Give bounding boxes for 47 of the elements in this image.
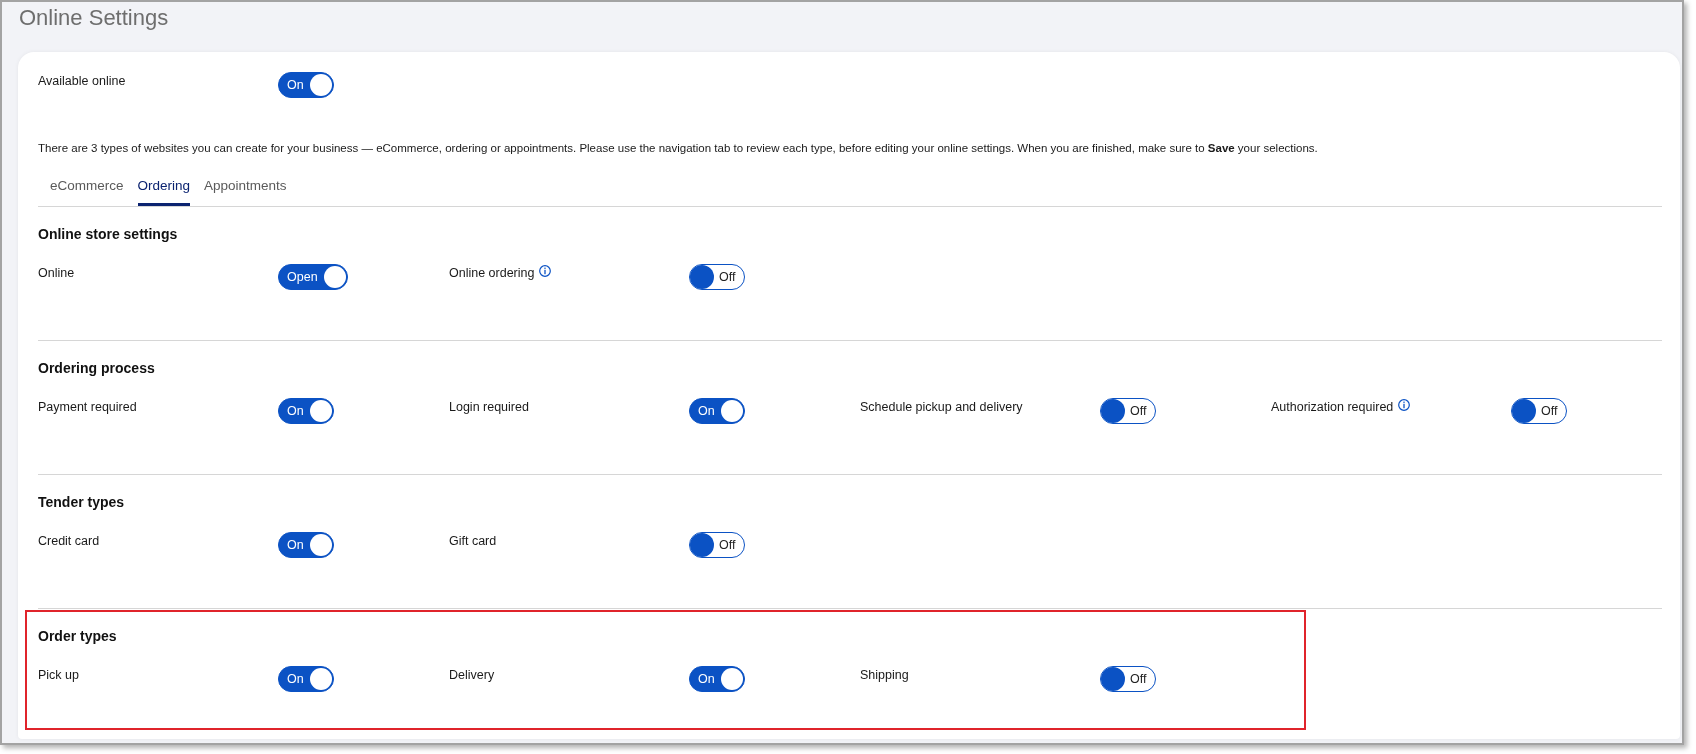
toggle-switch[interactable]: Off (1100, 398, 1157, 424)
toggle-switch[interactable]: On (278, 666, 334, 692)
toggle-knob (720, 668, 743, 690)
toggle-knob (309, 668, 332, 690)
section-heading: Tender types (38, 493, 125, 511)
setting-label: Authorization required (1271, 399, 1394, 416)
info-icon[interactable] (539, 265, 552, 277)
setting-label: Schedule pickup and delivery (860, 399, 1023, 416)
setting-label: Login required (449, 399, 529, 416)
setting-label: Payment required (38, 399, 137, 416)
setting-label: Available online (38, 73, 126, 90)
toggle-switch[interactable]: Off (689, 264, 746, 290)
setting-label: Online ordering (449, 265, 535, 282)
toggle-switch[interactable]: On (689, 666, 745, 692)
setting-label: Pick up (38, 667, 79, 684)
toggle-switch[interactable]: Off (1100, 666, 1157, 692)
setting-label: Online (38, 265, 75, 282)
toggle-knob (309, 74, 332, 96)
toggle-knob (1101, 399, 1125, 423)
toggle-knob (1512, 399, 1536, 423)
page-title: Online Settings (18, 4, 169, 31)
section-heading: Order types (38, 627, 117, 645)
toggle-knob (1101, 667, 1125, 691)
toggle-knob (690, 533, 714, 557)
toggle-switch[interactable]: On (689, 398, 745, 424)
toggle-switch[interactable]: On (278, 72, 334, 98)
toggle-knob (309, 534, 332, 556)
toggle-switch[interactable]: Off (1511, 398, 1568, 424)
toggle-knob (690, 265, 714, 289)
tab[interactable]: eCommerce (50, 171, 124, 206)
toggle-knob (323, 266, 346, 288)
toggle-switch[interactable]: On (278, 532, 334, 558)
tab[interactable]: Appointments (204, 171, 287, 206)
setting-label: Gift card (449, 533, 497, 550)
toggle-switch[interactable]: On (278, 398, 334, 424)
section-heading: Online store settings (38, 225, 178, 243)
toggle-knob (309, 400, 332, 422)
toggle-switch[interactable]: Off (689, 532, 746, 558)
toggle-switch[interactable]: Open (278, 264, 348, 290)
tab[interactable]: Ordering (137, 171, 191, 206)
setting-label: Shipping (860, 667, 909, 684)
toggle-knob (720, 400, 743, 422)
section-heading: Ordering process (38, 359, 155, 377)
intro-text: There are 3 types of websites you can create for your business — eCommerce, ordering or appointments. Please use the navigation tab to review each type, before editing your online settings. When you are finished, make sure to Save your selections. (38, 141, 1319, 155)
setting-label: Credit card (38, 533, 100, 550)
info-icon[interactable] (1398, 399, 1411, 411)
setting-label: Delivery (449, 667, 495, 684)
